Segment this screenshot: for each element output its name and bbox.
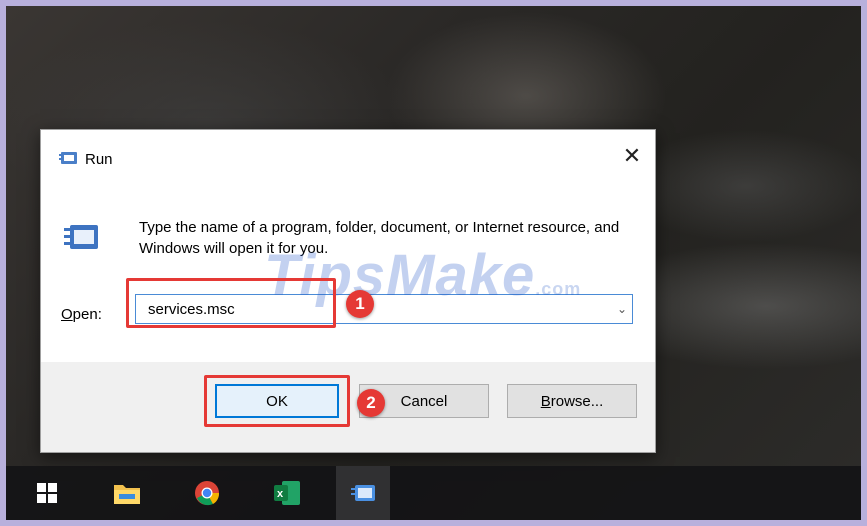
open-field-callout [126,278,336,328]
run-program-icon [64,225,98,249]
step-marker-1: 1 [346,290,374,318]
close-button[interactable]: ✕ [609,138,655,174]
taskbar-file-explorer[interactable] [100,466,154,520]
start-button[interactable] [20,466,74,520]
taskbar: x [6,466,861,520]
run-app-icon [351,485,375,501]
close-icon: ✕ [622,143,642,168]
svg-text:x: x [277,488,284,500]
open-label: Open: [61,306,102,323]
excel-icon: x [274,481,300,505]
taskbar-chrome[interactable] [180,466,234,520]
run-title-icon [59,152,77,164]
taskbar-run[interactable] [336,466,390,520]
dialog-description: Type the name of a program, folder, docu… [139,219,620,257]
step-marker-2: 2 [357,389,385,417]
dialog-content: Type the name of a program, folder, docu… [41,182,655,362]
taskbar-excel[interactable]: x [260,466,314,520]
file-explorer-icon [114,485,140,504]
desktop-background: Run ✕ Type the name of a program, folder… [6,6,861,520]
dialog-title: Run [85,151,113,168]
browse-button[interactable]: Browse... [507,384,637,418]
title-bar: Run ✕ [41,130,655,182]
ok-button-callout [204,375,350,427]
chrome-icon [195,481,220,506]
chevron-down-icon[interactable]: ⌄ [612,295,632,323]
windows-start-icon [37,483,57,503]
